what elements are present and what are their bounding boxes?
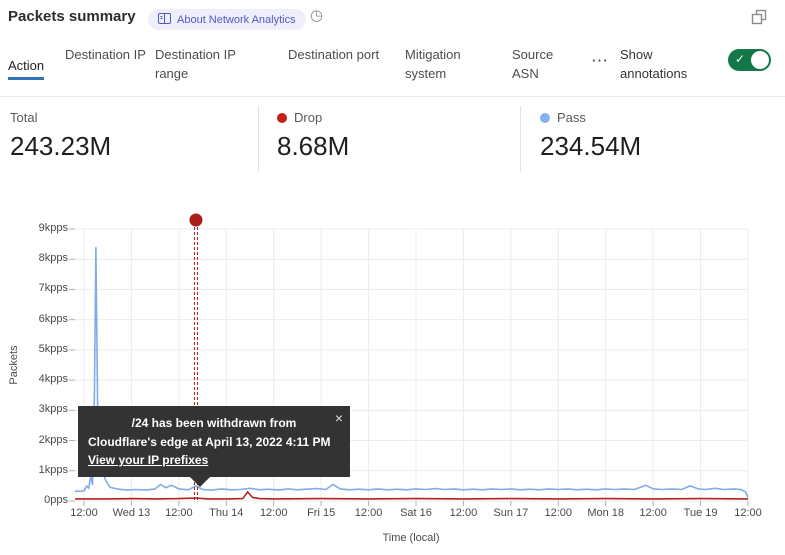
stat-total-label: Total (10, 110, 37, 125)
check-icon: ✓ (735, 52, 745, 66)
view-ip-prefixes-link[interactable]: View your IP prefixes (88, 451, 208, 470)
series-line-drop (75, 492, 748, 499)
tab-mitigation-system[interactable]: Mitigation system (405, 46, 491, 84)
y-tick-label: 1kpps (8, 464, 68, 476)
stat-divider (258, 106, 259, 172)
tab-action[interactable]: Action (8, 58, 44, 80)
tooltip-text-line2: Cloudflare's edge at April 13, 2022 4:11… (88, 433, 340, 452)
stat-pass-value: 234.54M (540, 131, 641, 162)
stat-divider (520, 106, 521, 172)
expand-window-icon[interactable] (750, 8, 768, 31)
y-tick-label: 3kpps (8, 403, 68, 415)
stat-total-value: 243.23M (10, 131, 111, 162)
header-divider (0, 96, 785, 97)
packets-chart: Packets Time (local) × /24 has been with… (0, 210, 785, 555)
show-annotations-label: Show annotations (620, 46, 714, 84)
y-tick-label: 8kpps (8, 252, 68, 264)
stat-drop-value: 8.68M (277, 131, 349, 162)
tab-source-asn[interactable]: Source ASN (512, 46, 576, 84)
tooltip-text-line1: /24 has been withdrawn from (88, 414, 340, 433)
tab-destination-port[interactable]: Destination port (288, 46, 380, 65)
close-icon[interactable]: × (335, 408, 343, 430)
stat-pass-label: Pass (557, 110, 586, 125)
x-tick-label: 12:00 (717, 507, 779, 519)
y-tick-label: 6kpps (8, 313, 68, 325)
y-tick-label: 2kpps (8, 434, 68, 446)
y-tick-label: 9kpps (8, 222, 68, 234)
y-tick-label: 5kpps (8, 343, 68, 355)
tab-destination-ip[interactable]: Destination IP (65, 46, 147, 65)
time-range-icon[interactable]: ◷ (310, 6, 323, 24)
y-tick-label: 4kpps (8, 373, 68, 385)
book-icon (158, 13, 171, 27)
stat-drop-label: Drop (294, 110, 322, 125)
pass-dot (540, 113, 550, 123)
drop-dot (277, 113, 287, 123)
badge-label: About Network Analytics (177, 14, 296, 26)
annotation-tooltip: × /24 has been withdrawn from Cloudflare… (78, 406, 350, 477)
tab-destination-ip-range[interactable]: Destination IP range (155, 46, 269, 84)
y-tick-label: 7kpps (8, 282, 68, 294)
x-axis-title: Time (local) (341, 532, 481, 544)
tooltip-arrow (189, 476, 211, 487)
stat-drop: Drop 8.68M (277, 110, 349, 162)
more-tabs-icon[interactable]: ⋯ (591, 51, 609, 71)
stat-total: Total 243.23M (10, 110, 111, 162)
stat-pass: Pass 234.54M (540, 110, 641, 162)
show-annotations-toggle[interactable]: ✓ (728, 49, 771, 71)
page-title: Packets summary (8, 8, 136, 25)
toggle-knob (751, 51, 769, 69)
y-tick-label: 0pps (8, 494, 68, 506)
packets-summary-panel: Packets summary About Network Analytics … (0, 0, 785, 555)
about-network-analytics-badge[interactable]: About Network Analytics (148, 9, 306, 30)
